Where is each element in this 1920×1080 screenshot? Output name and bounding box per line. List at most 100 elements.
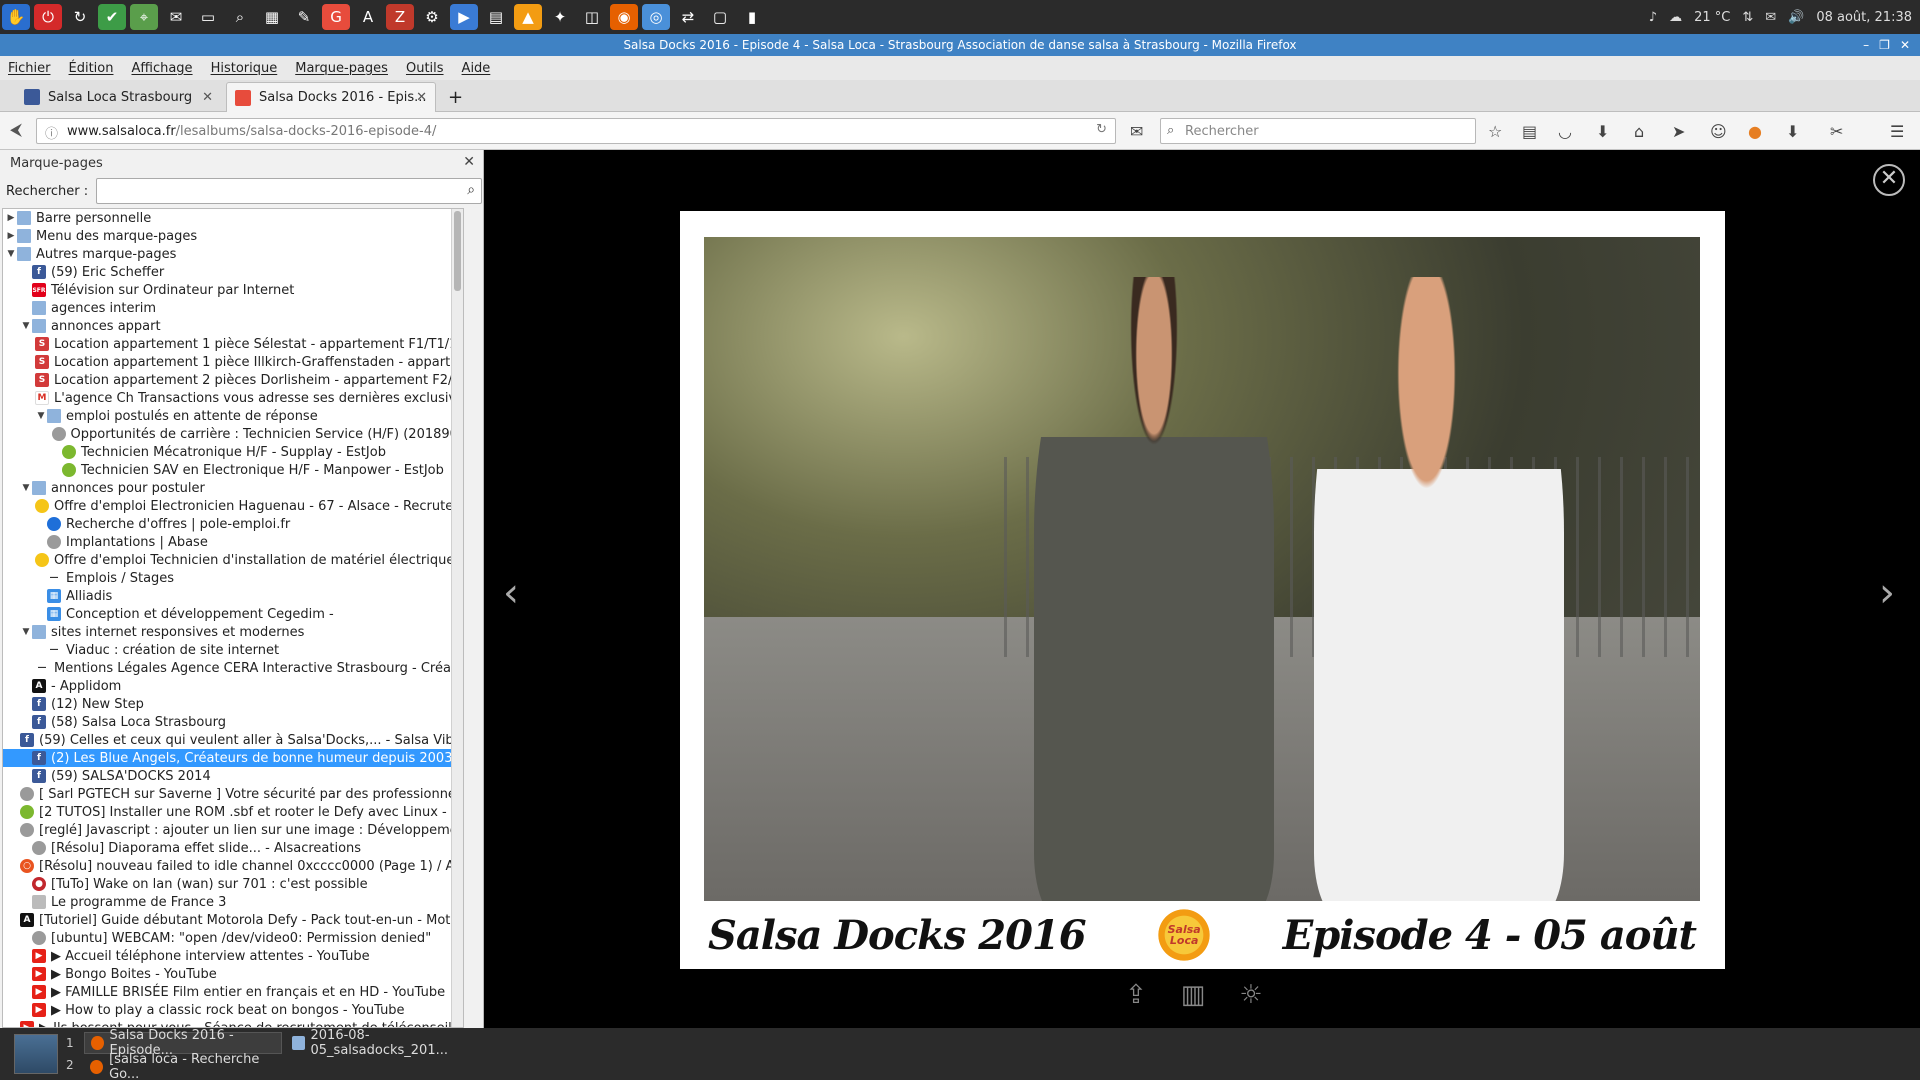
extension-icon[interactable]: ✂ [1830, 122, 1843, 141]
bookmark-item[interactable]: — Viaduc : création de site internet [3, 641, 463, 659]
search-bar[interactable]: ⌕ Rechercher [1160, 118, 1476, 144]
bookmark-item[interactable]: [ubuntu] WEBCAM: "open /dev/video0: Perm… [3, 929, 463, 947]
filezilla-icon[interactable]: Z [386, 4, 414, 30]
bookmark-folder[interactable]: ▼ annonces appart [3, 317, 463, 335]
tab-salsa-loca-strasbourg[interactable]: Salsa Loca Strasbourg ✕ [16, 82, 221, 112]
send-icon[interactable]: ➤ [1672, 122, 1685, 141]
bookmark-item[interactable]: f (59) SALSA'DOCKS 2014 [3, 767, 463, 785]
whisker-menu-icon[interactable]: ✋ [2, 4, 30, 30]
bookmark-item[interactable]: [reglé] Javascript : ajouter un lien sur… [3, 821, 463, 839]
bookmark-item[interactable]: M L'agence Ch Transactions vous adresse s… [3, 389, 463, 407]
media-icon[interactable]: ▶ [450, 4, 478, 30]
menu-1[interactable]: Édition [69, 61, 114, 76]
screenshot-icon[interactable]: ◫ [578, 4, 606, 30]
bookmark-star-icon[interactable]: ☆ [1488, 122, 1502, 141]
mail-icon[interactable]: ✉ [1765, 10, 1776, 25]
reload-icon[interactable]: ↻ [1096, 122, 1107, 137]
bookmark-folder[interactable]: ▼ Autres marque-pages [3, 245, 463, 263]
workspace-1[interactable]: 1 [66, 1036, 74, 1050]
refresh-icon[interactable]: ↻ [66, 4, 94, 30]
bookmark-item[interactable]: S Location appartement 1 pièce Sélestat -… [3, 335, 463, 353]
spreadsheet-icon[interactable]: ▤ [482, 4, 510, 30]
bookmark-item[interactable]: [ Sarl PGTECH sur Saverne ] Votre sécuri… [3, 785, 463, 803]
sidebar-search-input[interactable]: ⌕ [96, 178, 483, 204]
bookmark-item[interactable]: ● [TuTo] Wake on lan (wan) sur 701 : c'es… [3, 875, 463, 893]
bookmark-item[interactable]: f (2) Les Blue Angels, Créateurs de bonne… [3, 749, 463, 767]
firefox-icon[interactable]: ◉ [610, 4, 638, 30]
brightness-icon[interactable]: ☼ [1239, 980, 1262, 1010]
editor-icon[interactable]: ✎ [290, 4, 318, 30]
bookmark-folder[interactable]: ▼ sites internet responsives et modernes [3, 623, 463, 641]
volume-icon[interactable]: 🔊 [1788, 10, 1804, 25]
addon-icon[interactable]: ● [1748, 122, 1762, 141]
bookmark-item[interactable]: ▶ ▶ FAMILLE BRISÉE Film entier en françai… [3, 983, 463, 1001]
bookmark-folder[interactable]: agences interim [3, 299, 463, 317]
tools-icon[interactable]: ⚙ [418, 4, 446, 30]
mail-icon[interactable]: ✉ [162, 4, 190, 30]
downloader-icon[interactable]: ⬇ [1786, 122, 1799, 141]
chrome-icon[interactable]: ◎ [642, 4, 670, 30]
bookmark-item[interactable]: Technicien SAV en Electronique H/F - Man… [3, 461, 463, 479]
bookmark-item[interactable]: — Emplois / Stages [3, 569, 463, 587]
bookmark-item[interactable]: ▦ Alliadis [3, 587, 463, 605]
transfer-icon[interactable]: ⇄ [674, 4, 702, 30]
bookmark-item[interactable]: ▶ ▶ Bongo Boites - YouTube [3, 965, 463, 983]
bookmark-folder[interactable]: ▼ annonces pour postuler [3, 479, 463, 497]
twisty-icon[interactable]: ▼ [20, 483, 32, 493]
scrollbar-thumb[interactable] [454, 211, 461, 291]
next-photo-icon[interactable]: › [1879, 570, 1895, 616]
gallery-grid-icon[interactable]: ▥ [1181, 980, 1206, 1010]
workspace-thumbnail[interactable] [14, 1034, 58, 1074]
twisty-icon[interactable]: ▼ [20, 627, 32, 637]
bookmark-item[interactable]: ▦ Conception et développement Cegedim - [3, 605, 463, 623]
bookmark-item[interactable]: A [Tutoriel] Guide débutant Motorola Defy… [3, 911, 463, 929]
bookmark-item[interactable]: A - Applidom [3, 677, 463, 695]
window-icon[interactable]: ▢ [706, 4, 734, 30]
new-tab-button[interactable]: + [440, 82, 470, 112]
vlc-icon[interactable]: ▲ [514, 4, 542, 30]
twisty-icon[interactable]: ▼ [20, 321, 32, 331]
bookmark-item[interactable]: [Résolu] Diaporama effet slide... - Alsa… [3, 839, 463, 857]
back-button[interactable]: ⮜ [10, 120, 22, 140]
bookmark-item[interactable]: Recherche d'offres | pole-emploi.fr [3, 515, 463, 533]
menu-3[interactable]: Historique [211, 61, 278, 76]
task-firefox-search[interactable]: [salsa loca - Recherche Go... [84, 1052, 282, 1080]
bookmark-item[interactable]: Offre d'emploi Technicien d'installation… [3, 551, 463, 569]
bookmark-item[interactable]: Opportunités de carrière : Technicien Se… [3, 425, 463, 443]
maps-icon[interactable]: ⌖ [130, 4, 158, 30]
bookmark-item[interactable]: ▶ ▶ Accueil téléphone interview attentes … [3, 947, 463, 965]
menu-2[interactable]: Affichage [131, 61, 192, 76]
task-file-manager[interactable]: 2016-08-05_salsadocks_201... [286, 1028, 486, 1058]
workspace-2[interactable]: 2 [66, 1058, 74, 1072]
tab-salsa-docks[interactable]: Salsa Docks 2016 - Epis... ✕ [226, 82, 436, 112]
home-icon[interactable]: ⌂ [1634, 122, 1644, 141]
gc-icon[interactable]: G [322, 4, 350, 30]
menu-6[interactable]: Aide [462, 61, 491, 76]
close-tab-icon[interactable]: ✕ [416, 90, 427, 105]
info-icon[interactable]: ⓘ [45, 123, 58, 142]
bookmark-item[interactable]: [2 TUTOS] Installer une ROM .sbf et root… [3, 803, 463, 821]
bookmark-item[interactable]: S Location appartement 2 pièces Dorlishei… [3, 371, 463, 389]
power-icon[interactable]: ⏻ [34, 4, 62, 30]
download-icon[interactable]: ⬇ [1596, 122, 1609, 141]
bookmark-item[interactable]: — Mentions Légales Agence CERA Interactiv… [3, 659, 464, 677]
close-lightbox-icon[interactable]: ✕ [1873, 164, 1905, 196]
menu-4[interactable]: Marque-pages [295, 61, 388, 76]
bookmark-item[interactable]: S Location appartement 1 pièce Illkirch-G… [3, 353, 463, 371]
twisty-icon[interactable]: ▼ [5, 249, 17, 259]
calculator-icon[interactable]: ▦ [258, 4, 286, 30]
music-icon[interactable]: ♪ [1649, 10, 1657, 25]
chat-icon[interactable]: ☺ [1710, 122, 1727, 141]
bookmark-item[interactable]: f (12) New Step [3, 695, 463, 713]
bookmark-item[interactable]: f (58) Salsa Loca Strasbourg [3, 713, 463, 731]
bookmark-item[interactable]: ○ [Résolu] nouveau failed to idle channel… [3, 857, 463, 875]
task-firefox-salsa-docks[interactable]: Salsa Docks 2016 - Episode... [84, 1028, 282, 1058]
menu-5[interactable]: Outils [406, 61, 444, 76]
bookmark-folder[interactable]: ▶ Menu des marque-pages [3, 227, 463, 245]
bookmark-folder[interactable]: ▶ Barre personnelle [3, 209, 463, 227]
close-window-icon[interactable]: ✕ [1900, 34, 1910, 56]
bookmark-item[interactable]: Le programme de France 3 [3, 893, 463, 911]
checklist-icon[interactable]: ✔ [98, 4, 126, 30]
bookmark-item[interactable]: f (59) Eric Scheffer [3, 263, 463, 281]
bookmark-item[interactable]: Offre d'emploi Electronicien Haguenau - … [3, 497, 463, 515]
